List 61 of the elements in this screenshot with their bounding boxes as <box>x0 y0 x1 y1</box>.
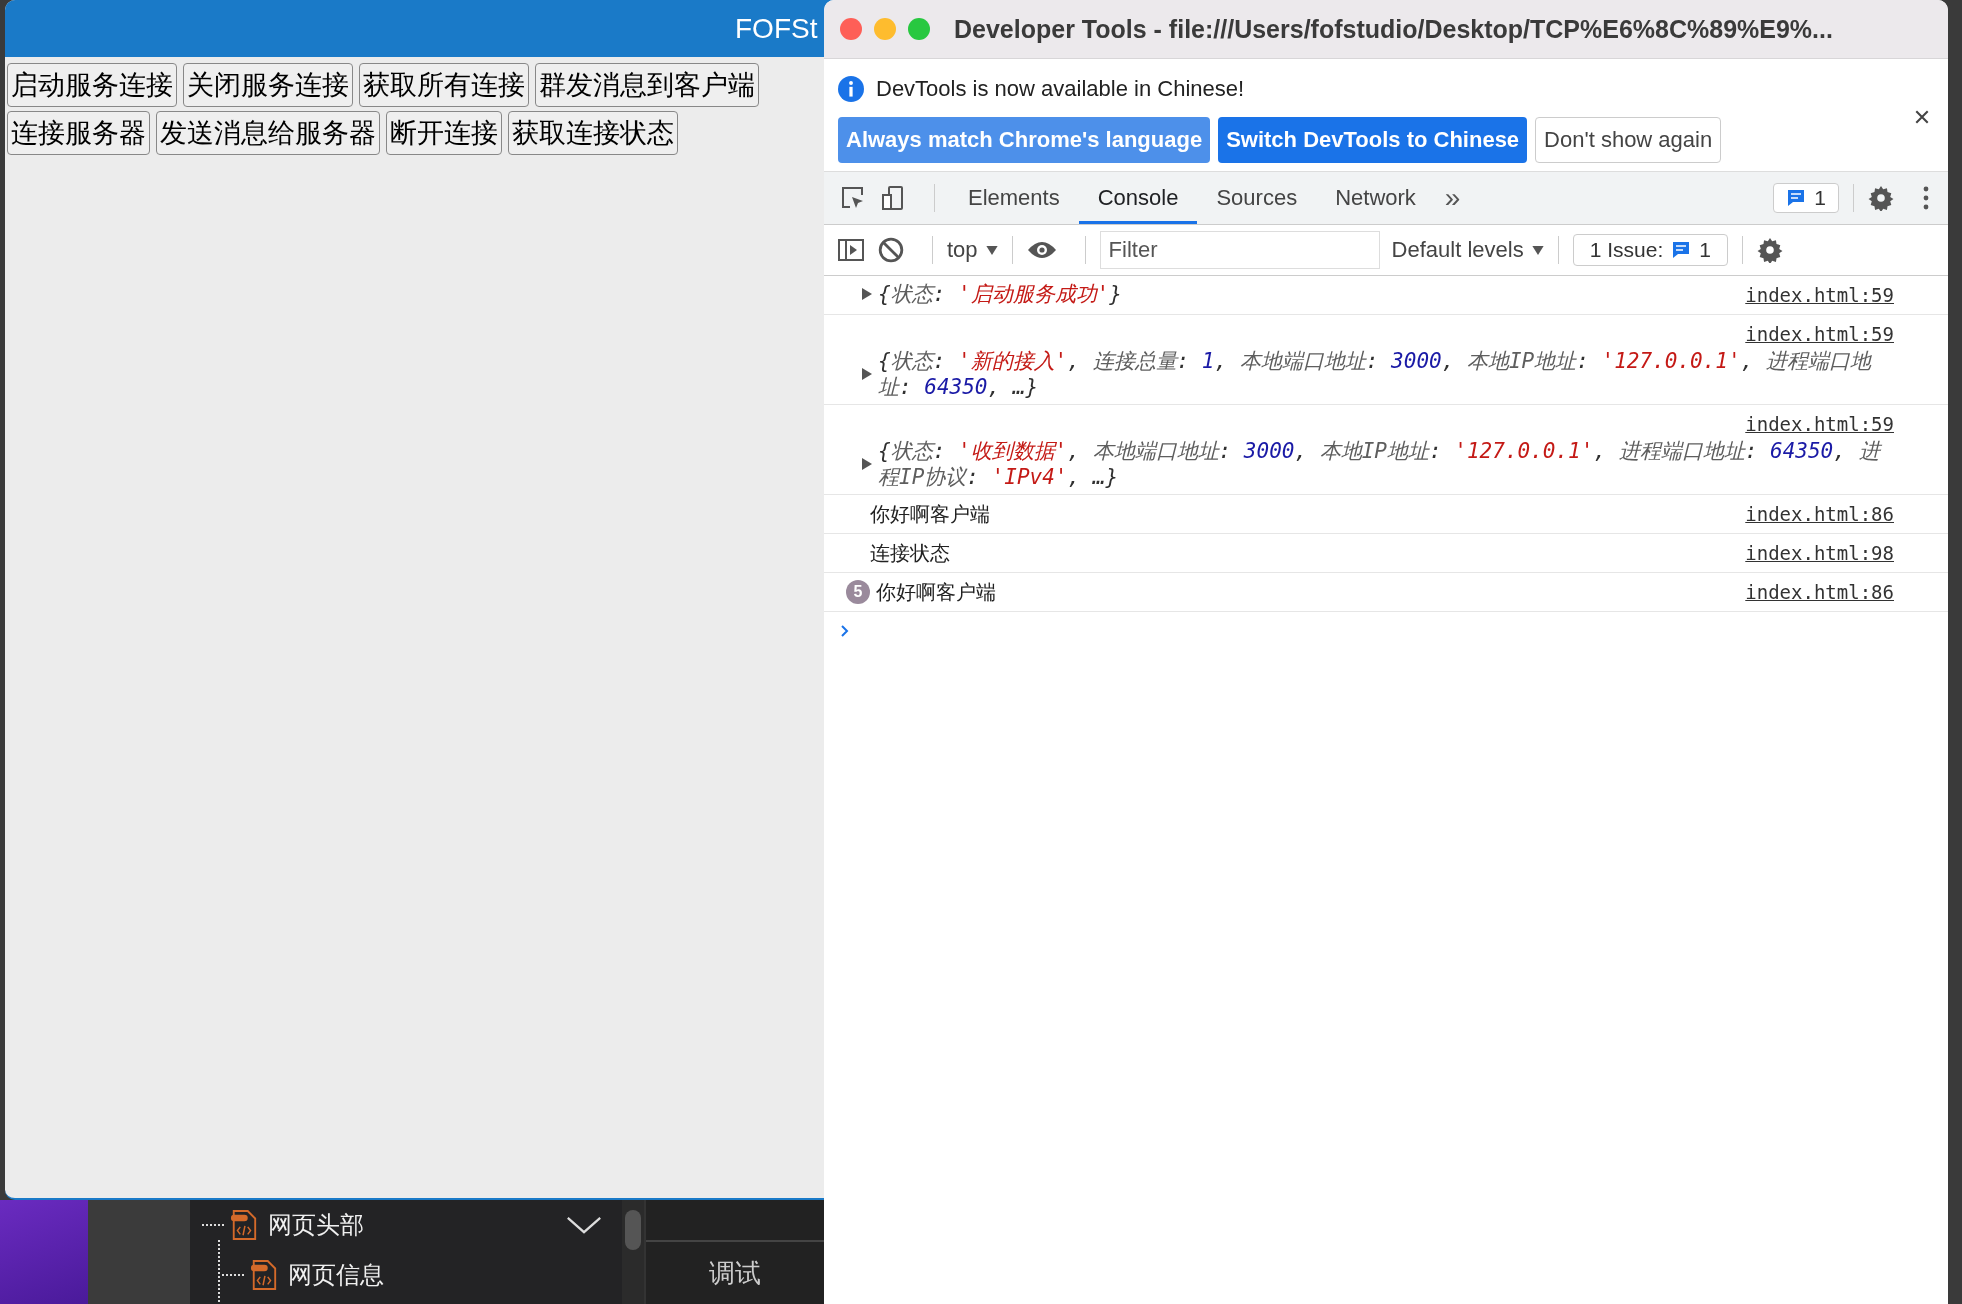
tree-item[interactable]: 网页头部 <box>268 1209 364 1241</box>
panel-tab[interactable]: Network <box>1316 172 1435 224</box>
notice-message: DevTools is now available in Chinese! <box>876 76 1245 102</box>
levels-dropdown[interactable]: Default levels <box>1391 237 1544 263</box>
source-link[interactable]: index.html:59 <box>1745 410 1894 438</box>
repeat-count-badge: 5 <box>846 580 870 604</box>
context-dropdown[interactable]: top <box>947 237 998 263</box>
menu-icon[interactable] <box>1922 185 1930 211</box>
tree-item[interactable]: 网页信息 <box>288 1259 384 1291</box>
close-icon[interactable] <box>1914 109 1930 125</box>
action-button[interactable]: 群发消息到客户端 <box>535 63 759 107</box>
scrollbar[interactable] <box>622 1200 644 1304</box>
console-message: 连接状态 <box>870 541 950 566</box>
console-message: {状态: '启动服务成功'} <box>878 281 1122 307</box>
info-icon <box>838 76 864 102</box>
console-message: 你好啊客户端 <box>870 502 990 527</box>
chevron-down-icon[interactable] <box>566 1216 602 1234</box>
window-title: Developer Tools - file:///Users/fofstudio/Desktop/TCP%E6%8C%89%E9%... <box>954 14 1833 44</box>
message-icon <box>1786 188 1807 208</box>
expand-triangle-icon[interactable] <box>862 458 872 470</box>
action-button[interactable]: 连接服务器 <box>7 111 150 155</box>
issues-button[interactable]: 1 Issue: 1 <box>1572 234 1728 266</box>
prompt-icon[interactable] <box>840 624 850 638</box>
console-message: 你好啊客户端 <box>876 580 996 605</box>
eye-icon[interactable] <box>1026 240 1057 260</box>
sidebar-toggle-icon[interactable] <box>838 237 864 263</box>
filter-field[interactable]: Filter <box>1099 231 1380 269</box>
action-button[interactable]: 发送消息给服务器 <box>156 111 380 155</box>
expand-triangle-icon[interactable] <box>862 288 872 300</box>
notice-button[interactable]: Don't show again <box>1535 117 1722 163</box>
settings-icon[interactable] <box>1756 237 1783 263</box>
source-link[interactable]: index.html:86 <box>1745 578 1894 606</box>
caret-icon <box>985 245 998 255</box>
code-file-icon <box>230 1209 258 1241</box>
device-icon[interactable] <box>880 185 906 211</box>
action-button[interactable]: 启动服务连接 <box>7 63 177 107</box>
panel-tab[interactable]: Sources <box>1197 172 1317 224</box>
action-button[interactable]: 获取连接状态 <box>508 111 678 155</box>
panel-tab[interactable]: Console <box>1078 172 1198 224</box>
console-message: {状态: '新的接入', 连接总量: 1, 本地端口地址: 3000, 本地IP地址: '127.0.0.1', 进程端口地址: 64350, …} <box>878 348 1873 400</box>
source-link[interactable]: index.html:59 <box>1745 281 1894 309</box>
source-link[interactable]: index.html:86 <box>1745 500 1894 528</box>
panel-tab[interactable]: Elements <box>949 172 1079 224</box>
messages-button[interactable]: 1 <box>1773 183 1839 213</box>
action-button[interactable]: 断开连接 <box>386 111 502 155</box>
caret-icon <box>1531 245 1544 255</box>
clear-console-icon[interactable] <box>878 237 904 263</box>
source-link[interactable]: index.html:59 <box>1745 320 1894 348</box>
expand-triangle-icon[interactable] <box>862 368 872 380</box>
inspect-icon[interactable] <box>840 185 866 211</box>
notice-button[interactable]: Switch DevTools to Chinese <box>1218 117 1528 163</box>
source-link[interactable]: index.html:98 <box>1745 539 1894 567</box>
settings-icon[interactable] <box>1868 185 1894 211</box>
close-button[interactable] <box>840 18 862 40</box>
window-title: FOFSt <box>735 12 818 45</box>
message-icon <box>1671 240 1692 260</box>
console-message: {状态: '收到数据', 本地端口地址: 3000, 本地IP地址: '127.0.0.1', 进程端口地址: 64350, 进程IP协议: 'IPv4', …} <box>878 438 1883 490</box>
more-tabs-button[interactable]: » <box>1444 182 1461 214</box>
code-file-icon <box>250 1259 278 1291</box>
action-button[interactable]: 关闭服务连接 <box>183 63 353 107</box>
action-button[interactable]: 获取所有连接 <box>359 63 529 107</box>
